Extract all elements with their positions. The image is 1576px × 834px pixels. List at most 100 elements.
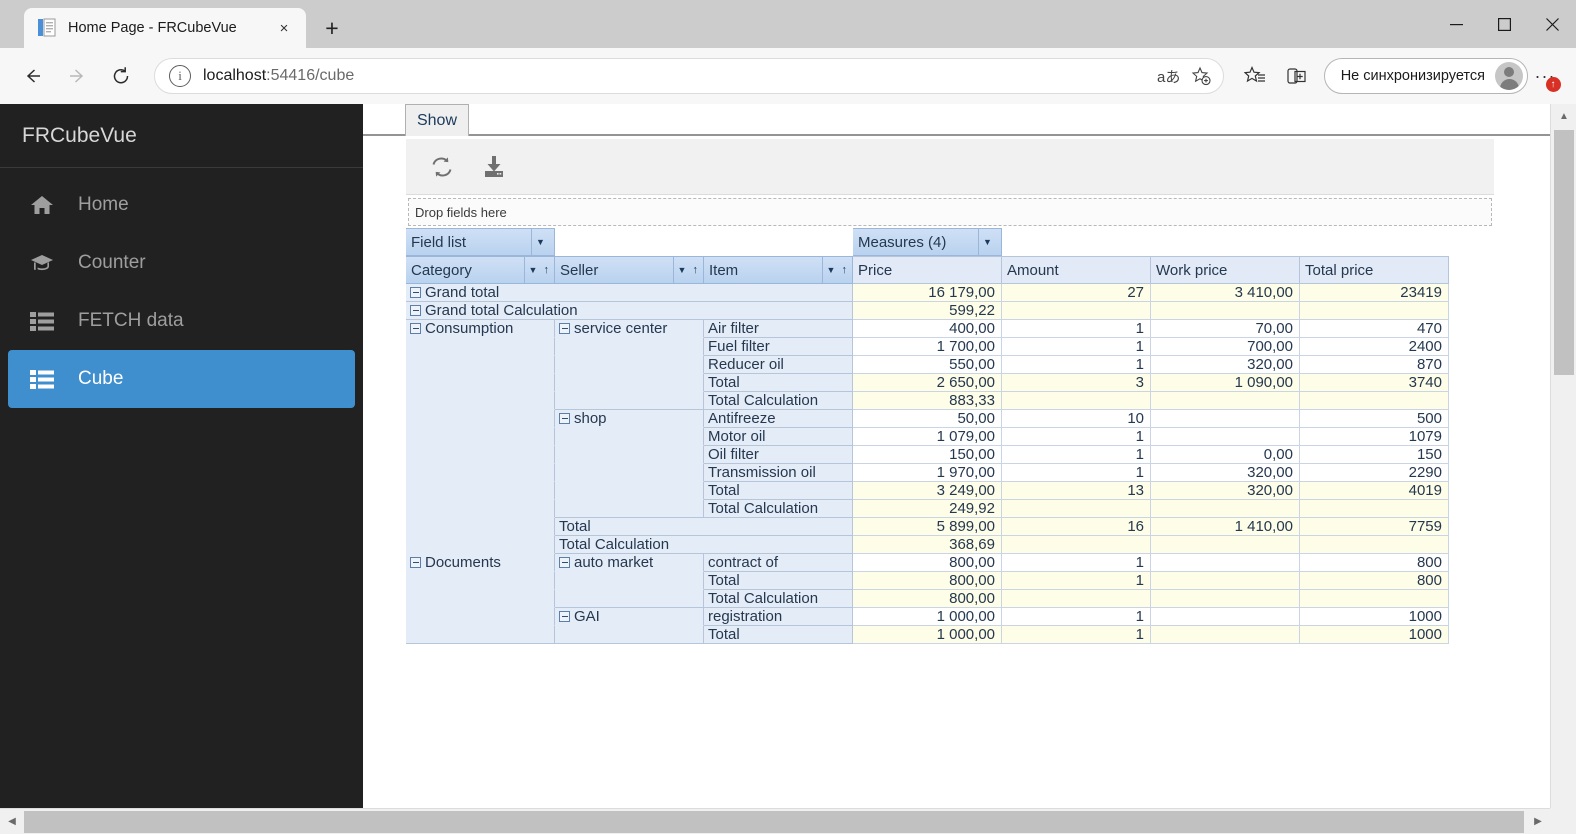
data-cell[interactable]: 700,00 xyxy=(1151,338,1300,356)
data-cell[interactable]: 1 000,00 xyxy=(853,608,1002,626)
data-cell[interactable]: 1 090,00 xyxy=(1151,374,1300,392)
chevron-down-icon[interactable]: ▼ xyxy=(978,229,996,255)
data-cell[interactable]: 1 xyxy=(1002,608,1151,626)
data-cell[interactable]: 1 xyxy=(1002,464,1151,482)
row-header-cell[interactable]: Documents xyxy=(406,554,555,572)
row-header-cell[interactable]: Grand total xyxy=(406,284,853,302)
chevron-down-icon[interactable]: ▼ xyxy=(523,257,542,283)
data-cell[interactable]: 16 179,00 xyxy=(853,284,1002,302)
row-header-cell[interactable] xyxy=(555,590,704,608)
data-cell[interactable]: 400,00 xyxy=(853,320,1002,338)
row-header-cell[interactable] xyxy=(555,428,704,446)
minimize-button[interactable] xyxy=(1432,0,1480,48)
row-header-cell[interactable]: auto market xyxy=(555,554,704,572)
data-cell[interactable]: 23419 xyxy=(1300,284,1449,302)
data-cell[interactable] xyxy=(1300,392,1449,410)
column-header-seller[interactable]: Seller ▼ ↑ xyxy=(555,256,704,284)
back-button[interactable] xyxy=(14,57,52,95)
data-cell[interactable]: 320,00 xyxy=(1151,356,1300,374)
data-cell[interactable]: 800,00 xyxy=(853,572,1002,590)
data-cell[interactable]: 2290 xyxy=(1300,464,1449,482)
reload-button[interactable] xyxy=(102,57,140,95)
row-header-cell[interactable] xyxy=(406,464,555,482)
table-row[interactable]: Total Calculation 883,33 xyxy=(406,392,1452,410)
data-cell[interactable]: 1 xyxy=(1002,626,1151,644)
data-cell[interactable]: 1000 xyxy=(1300,608,1449,626)
table-row[interactable]: Documents auto market contract of 800,00 1 80… xyxy=(406,554,1452,572)
column-header-item[interactable]: Item ▼ ↑ xyxy=(704,256,853,284)
data-cell[interactable]: 16 xyxy=(1002,518,1151,536)
data-cell[interactable]: 320,00 xyxy=(1151,482,1300,500)
collapse-expander-icon[interactable] xyxy=(559,557,570,568)
data-cell[interactable] xyxy=(1300,536,1449,554)
collections-icon[interactable] xyxy=(1278,57,1316,95)
data-cell[interactable]: 4019 xyxy=(1300,482,1449,500)
data-cell[interactable]: 800 xyxy=(1300,554,1449,572)
sort-asc-icon[interactable]: ↑ xyxy=(842,264,848,276)
data-cell[interactable]: 3 xyxy=(1002,374,1151,392)
row-header-cell[interactable] xyxy=(406,590,555,608)
row-header-cell[interactable] xyxy=(406,536,555,554)
settings-and-more-button[interactable]: ··· ↑ xyxy=(1528,57,1562,95)
sidebar-item-cube[interactable]: Cube xyxy=(8,350,355,408)
data-cell[interactable]: 1 xyxy=(1002,446,1151,464)
row-header-cell[interactable] xyxy=(555,626,704,644)
table-row[interactable]: Consumption service center Air filter 400,0… xyxy=(406,320,1452,338)
data-cell[interactable]: 50,00 xyxy=(853,410,1002,428)
data-cell[interactable]: 1000 xyxy=(1300,626,1449,644)
row-header-cell[interactable] xyxy=(555,356,704,374)
data-cell[interactable]: 1 xyxy=(1002,554,1151,572)
collapse-expander-icon[interactable] xyxy=(410,557,421,568)
row-header-cell[interactable] xyxy=(406,500,555,518)
tab-close-icon[interactable]: × xyxy=(272,16,296,40)
data-cell[interactable]: 800 xyxy=(1300,572,1449,590)
read-aloud-icon[interactable]: aあ xyxy=(1153,61,1185,91)
measure-header-amount[interactable]: Amount xyxy=(1002,256,1151,284)
row-header-cell[interactable]: service center xyxy=(555,320,704,338)
row-header-cell[interactable]: Total Calculation xyxy=(704,590,853,608)
collapse-expander-icon[interactable] xyxy=(410,323,421,334)
row-header-cell[interactable]: Oil filter xyxy=(704,446,853,464)
chevron-down-icon[interactable]: ▼ xyxy=(672,257,691,283)
browser-tab[interactable]: Home Page - FRCubeVue × xyxy=(24,8,306,48)
row-header-cell[interactable]: Total xyxy=(555,518,853,536)
sidebar-item-home[interactable]: Home xyxy=(8,176,355,234)
row-header-cell[interactable]: Grand total Calculation xyxy=(406,302,853,320)
measures-button[interactable]: Measures (4) ▼ xyxy=(853,228,1002,256)
data-cell[interactable]: 1 xyxy=(1002,356,1151,374)
collapse-expander-icon[interactable] xyxy=(559,611,570,622)
info-icon[interactable]: i xyxy=(169,65,191,87)
row-header-cell[interactable] xyxy=(406,356,555,374)
table-row[interactable]: Grand total 16 179,00 27 3 410,00 23419 xyxy=(406,284,1452,302)
maximize-button[interactable] xyxy=(1480,0,1528,48)
row-header-cell[interactable]: GAI xyxy=(555,608,704,626)
refresh-icon[interactable] xyxy=(420,150,464,184)
row-header-cell[interactable]: contract of xyxy=(704,554,853,572)
sidebar-item-counter[interactable]: Counter xyxy=(8,234,355,292)
measure-header-total-price[interactable]: Total price xyxy=(1300,256,1449,284)
data-cell[interactable] xyxy=(1151,302,1300,320)
data-cell[interactable] xyxy=(1151,500,1300,518)
data-cell[interactable]: 1 000,00 xyxy=(853,626,1002,644)
data-cell[interactable] xyxy=(1002,392,1151,410)
table-row[interactable]: Total 2 650,00 3 1 090,00 3740 xyxy=(406,374,1452,392)
data-cell[interactable]: 3 249,00 xyxy=(853,482,1002,500)
data-cell[interactable] xyxy=(1151,536,1300,554)
measure-header-price[interactable]: Price xyxy=(853,256,1002,284)
download-icon[interactable] xyxy=(472,150,516,184)
data-cell[interactable] xyxy=(1002,302,1151,320)
data-cell[interactable]: 3 410,00 xyxy=(1151,284,1300,302)
row-header-cell[interactable] xyxy=(406,608,555,626)
table-row[interactable]: Total 1 000,00 1 1000 xyxy=(406,626,1452,644)
table-row[interactable]: Total Calculation 368,69 xyxy=(406,536,1452,554)
horizontal-scroll-thumb[interactable] xyxy=(24,811,1524,833)
data-cell[interactable]: 249,92 xyxy=(853,500,1002,518)
data-cell[interactable]: 500 xyxy=(1300,410,1449,428)
row-header-cell[interactable]: Total Calculation xyxy=(704,392,853,410)
row-header-cell[interactable]: registration xyxy=(704,608,853,626)
row-header-cell[interactable]: Reducer oil xyxy=(704,356,853,374)
table-row[interactable]: Motor oil 1 079,00 1 1079 xyxy=(406,428,1452,446)
data-cell[interactable]: 1 xyxy=(1002,320,1151,338)
data-cell[interactable] xyxy=(1151,410,1300,428)
data-cell[interactable] xyxy=(1151,428,1300,446)
